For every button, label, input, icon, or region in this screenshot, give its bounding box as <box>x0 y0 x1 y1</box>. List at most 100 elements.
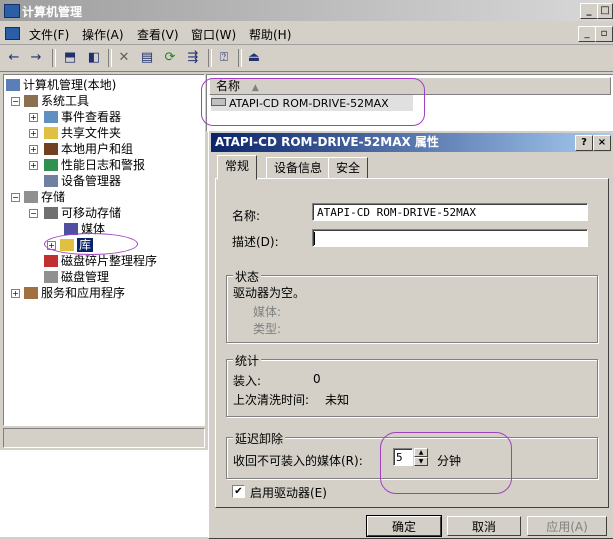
maximize-button[interactable]: □ <box>597 3 613 19</box>
tree-services-apps[interactable]: 服务和应用程序 <box>24 285 125 301</box>
console-tree: 计算机管理(本地) − 系统工具 + 事件查看器 + 共享文件夹 + 本地用户和… <box>3 74 205 426</box>
expand-icon[interactable]: + <box>11 289 20 298</box>
tree-disk-management[interactable]: 磁盘管理 <box>44 269 109 285</box>
text-cursor <box>314 232 315 245</box>
tools-icon <box>24 95 38 107</box>
collapse-icon[interactable]: − <box>11 97 20 106</box>
library-folder-icon <box>60 239 74 251</box>
users-icon <box>44 143 58 155</box>
statistics-group: 统计 装入: 0 上次清洗时间: 未知 <box>226 352 598 417</box>
menu-view[interactable]: 查看(V) <box>137 26 179 43</box>
refresh-icon[interactable]: ⟳ <box>160 49 180 67</box>
tab-general[interactable]: 常规 <box>217 155 258 180</box>
menu-file[interactable]: 文件(F) <box>29 26 69 43</box>
window-titlebar: 计算机管理 _ □ <box>0 0 613 21</box>
expand-icon[interactable]: + <box>29 145 38 154</box>
status-bar <box>3 428 205 448</box>
delayed-eject-group: 延迟卸除 收回不可装入的媒体(R): 5 ▲ ▼ 分钟 <box>226 430 598 479</box>
computer-management-icon <box>4 4 20 18</box>
dialog-titlebar: ATAPI-CD ROM-DRIVE-52MAX 属性 ? × <box>211 133 611 152</box>
last-clean-value: 未知 <box>325 393 350 407</box>
tree-root[interactable]: 计算机管理(本地) <box>6 77 116 93</box>
menu-action[interactable]: 操作(A) <box>82 26 124 43</box>
eject-minutes-spinner[interactable]: ▲ ▼ <box>414 448 428 466</box>
tree-shared-folders[interactable]: 共享文件夹 <box>44 125 121 141</box>
tree-defrag[interactable]: 磁盘碎片整理程序 <box>44 253 157 269</box>
description-label: 描述(D): <box>232 235 279 249</box>
expand-icon[interactable]: + <box>29 129 38 138</box>
mounts-label: 装入: <box>233 374 262 388</box>
delayed-eject-group-label: 延迟卸除 <box>233 430 286 447</box>
child-restore-button[interactable]: ▫ <box>595 26 613 42</box>
description-field[interactable] <box>312 229 588 247</box>
properties-icon[interactable]: ▤ <box>137 49 157 67</box>
cancel-button[interactable]: 取消 <box>447 516 521 536</box>
storage-icon <box>24 191 38 203</box>
back-arrow-icon[interactable]: ← <box>4 49 24 67</box>
tree-perf-logs[interactable]: 性能日志和警报 <box>44 157 145 173</box>
tree-media[interactable]: 媒体 <box>64 221 105 237</box>
shared-folder-icon <box>44 127 58 139</box>
last-clean-label: 上次清洗时间: <box>233 393 310 407</box>
child-minimize-button[interactable]: _ <box>578 26 596 42</box>
enable-drive-checkbox[interactable]: ✔ <box>232 485 245 498</box>
services-icon <box>24 287 38 299</box>
spin-up-icon[interactable]: ▲ <box>414 448 428 457</box>
computer-icon <box>6 79 20 91</box>
disk-management-icon <box>44 271 58 283</box>
name-field[interactable]: ATAPI-CD ROM-DRIVE-52MAX <box>312 203 588 221</box>
status-text: 驱动器为空。 <box>233 286 306 300</box>
toolbar: ← → ⬒ ◧ ✕ ▤ ⟳ ⇶ ⍰ ⏏ <box>0 45 613 72</box>
collapse-icon[interactable]: − <box>11 193 20 202</box>
details-pane: 名称 ▲ ATAPI-CD ROM-DRIVE-52MAX <box>201 74 613 132</box>
collapse-icon[interactable]: − <box>29 209 38 218</box>
list-item-cd-drive[interactable]: ATAPI-CD ROM-DRIVE-52MAX <box>211 95 413 111</box>
expand-icon[interactable]: + <box>29 113 38 122</box>
tree-system-tools[interactable]: 系统工具 <box>24 93 89 109</box>
help-icon[interactable]: ⍰ <box>214 49 234 67</box>
device-manager-icon <box>44 175 58 187</box>
expand-icon[interactable]: + <box>29 161 38 170</box>
tree-storage[interactable]: 存储 <box>24 189 65 205</box>
status-group-label: 状态 <box>233 268 262 285</box>
forward-arrow-icon[interactable]: → <box>26 49 46 67</box>
tree-local-users[interactable]: 本地用户和组 <box>44 141 133 157</box>
enable-drive-checkbox-row[interactable]: ✔ 启用驱动器(E) <box>232 484 482 500</box>
delete-icon[interactable]: ✕ <box>114 49 134 67</box>
type-label: 类型: <box>253 322 282 336</box>
mmc-icon[interactable] <box>5 27 20 40</box>
sort-ascending-icon: ▲ <box>251 83 259 93</box>
tree-device-manager[interactable]: 设备管理器 <box>44 173 121 189</box>
tab-device-info[interactable]: 设备信息 <box>266 157 331 179</box>
apply-button[interactable]: 应用(A) <box>527 516 607 536</box>
close-button[interactable]: × <box>593 135 611 151</box>
statistics-group-label: 统计 <box>233 352 262 369</box>
show-tree-icon[interactable]: ◧ <box>84 49 104 67</box>
menu-window[interactable]: 窗口(W) <box>191 26 236 43</box>
status-group: 状态 驱动器为空。 媒体: 类型: <box>226 268 598 343</box>
up-folder-icon[interactable]: ⬒ <box>60 49 80 67</box>
menu-help[interactable]: 帮助(H) <box>249 26 291 43</box>
export-list-icon[interactable]: ⇶ <box>183 49 203 67</box>
removable-storage-icon <box>44 207 58 219</box>
minimize-button[interactable]: _ <box>580 3 598 19</box>
eject-label: 收回不可装入的媒体(R): <box>233 454 363 468</box>
tab-panel-general: 名称: ATAPI-CD ROM-DRIVE-52MAX 描述(D): 状态 驱… <box>215 178 609 508</box>
eject-icon[interactable]: ⏏ <box>244 49 264 67</box>
media-icon <box>64 223 78 235</box>
tab-security[interactable]: 安全 <box>328 157 369 179</box>
perf-log-icon <box>44 159 58 171</box>
menu-bar: 文件(F) 操作(A) 查看(V) 窗口(W) 帮助(H) _ ▫ <box>0 22 613 45</box>
event-viewer-icon <box>44 111 58 123</box>
media-label: 媒体: <box>253 305 282 319</box>
dialog-title: ATAPI-CD ROM-DRIVE-52MAX 属性 <box>215 135 439 149</box>
eject-minutes-input[interactable]: 5 <box>393 448 413 466</box>
tree-library[interactable]: 库 <box>60 237 94 253</box>
tree-removable-storage[interactable]: 可移动存储 <box>44 205 121 221</box>
help-button[interactable]: ? <box>575 135 593 151</box>
tree-event-viewer[interactable]: 事件查看器 <box>44 109 121 125</box>
expand-icon[interactable]: + <box>47 241 56 250</box>
ok-button[interactable]: 确定 <box>366 515 442 537</box>
column-header-name[interactable]: 名称 ▲ <box>209 77 611 95</box>
spin-down-icon[interactable]: ▼ <box>414 457 428 466</box>
